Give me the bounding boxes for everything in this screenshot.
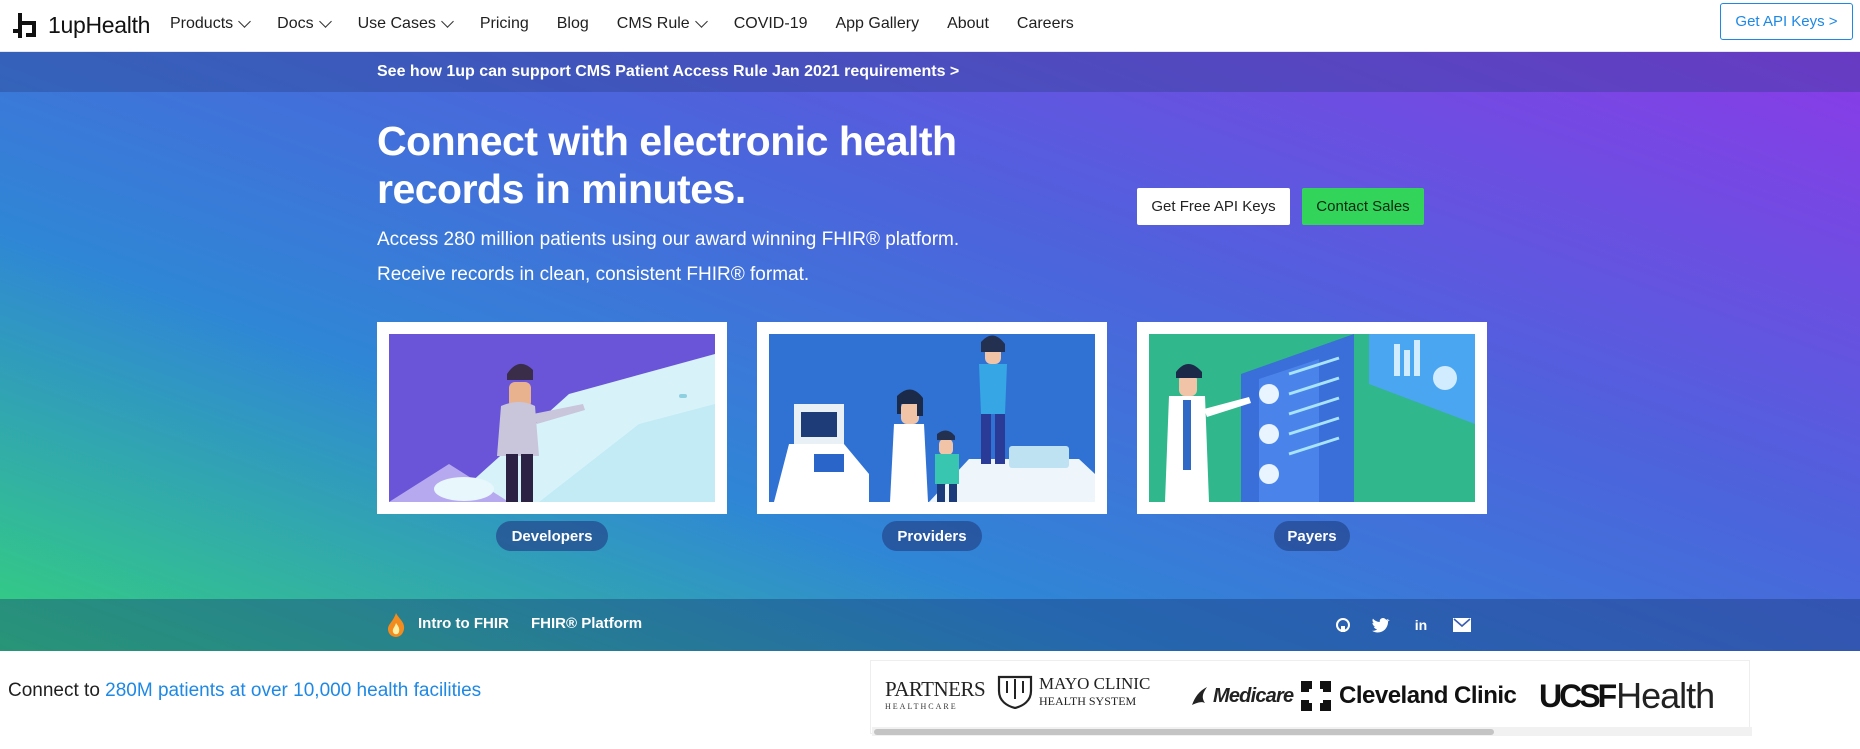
nav-item-label: About bbox=[947, 15, 989, 32]
providers-pill[interactable]: Providers bbox=[882, 521, 982, 551]
linkedin-icon[interactable]: in bbox=[1410, 614, 1432, 636]
cleveland-clinic-logo: Cleveland Clinic bbox=[1301, 681, 1517, 711]
connect-statement: Connect to 280M patients at over 10,000 … bbox=[8, 680, 481, 702]
announcement-bar: See how 1up can support CMS Patient Acce… bbox=[0, 52, 1860, 92]
nav-item-label: COVID-19 bbox=[733, 15, 808, 32]
connect-prefix: Connect to bbox=[8, 680, 106, 701]
nav-item-label: Use Cases bbox=[357, 15, 436, 32]
brand-name: 1upHealth bbox=[48, 11, 151, 38]
hero-section: See how 1up can support CMS Patient Acce… bbox=[0, 52, 1860, 651]
nav-item-app-gallery[interactable]: App Gallery bbox=[835, 15, 919, 33]
nav-item-label: Products bbox=[170, 15, 234, 32]
scrollbar-thumb[interactable] bbox=[874, 729, 1494, 735]
nav-item-blog[interactable]: Blog bbox=[557, 15, 589, 33]
partner-logos-scrollbar[interactable] bbox=[872, 727, 1752, 736]
mayo-logo-subtext: HEALTH SYSTEM bbox=[1039, 693, 1137, 708]
ucsf-health-text: Health bbox=[1616, 675, 1715, 716]
nav-item-label: CMS Rule bbox=[616, 15, 690, 32]
get-api-keys-button[interactable]: Get API Keys > bbox=[1720, 3, 1853, 40]
nav-item-label: App Gallery bbox=[835, 15, 920, 32]
nav-item-label: Careers bbox=[1016, 15, 1074, 32]
medicare-logo-text: Medicare bbox=[1213, 684, 1294, 707]
nav-item-covid-19[interactable]: COVID-19 bbox=[734, 15, 808, 33]
chevron-down-icon bbox=[440, 15, 454, 28]
developers-illustration bbox=[389, 334, 715, 502]
cleveland-clinic-logo-text: Cleveland Clinic bbox=[1339, 682, 1517, 709]
nav-item-use-cases[interactable]: Use Cases bbox=[357, 15, 454, 33]
payers-pill[interactable]: Payers bbox=[1274, 521, 1350, 551]
nav-item-products[interactable]: Products bbox=[170, 15, 252, 33]
partners-logo-text: PARTNERS bbox=[885, 677, 986, 701]
1uphealth-logo-icon bbox=[13, 13, 36, 38]
announcement-link[interactable]: See how 1up can support CMS Patient Acce… bbox=[377, 63, 959, 81]
twitter-icon[interactable] bbox=[1370, 614, 1392, 636]
get-free-api-keys-button[interactable]: Get Free API Keys bbox=[1137, 188, 1290, 225]
mayo-logo-text: MAYO CLINIC bbox=[1039, 673, 1151, 693]
chevron-down-icon bbox=[318, 15, 332, 28]
ucsf-health-logo: UCSF Health bbox=[1539, 675, 1715, 717]
patients-link[interactable]: 280M patients at over 10,000 health faci… bbox=[105, 680, 481, 701]
nav-item-cms-rule[interactable]: CMS Rule bbox=[616, 15, 708, 33]
nav-item-pricing[interactable]: Pricing bbox=[480, 15, 529, 33]
chevron-down-icon bbox=[238, 15, 252, 28]
fire-icon bbox=[388, 613, 405, 637]
providers-illustration bbox=[769, 334, 1095, 502]
hero-subtitle-line-1: Access 280 million patients using our aw… bbox=[377, 229, 960, 250]
providers-card[interactable] bbox=[757, 322, 1107, 514]
top-navigation: 1upHealth Products Docs Use Cases Pricin… bbox=[0, 0, 1860, 52]
medicare-logo: Medicare bbox=[1189, 683, 1294, 709]
brand-logo[interactable]: 1upHealth bbox=[10, 8, 150, 42]
mayo-shield-icon bbox=[997, 675, 1033, 709]
nav-item-about[interactable]: About bbox=[947, 15, 989, 33]
hero-subtitle-line-2: Receive records in clean, consistent FHI… bbox=[377, 264, 810, 285]
partner-logos-strip: PARTNERS HEALTHCARE MAYO CLINIC HEALTH S… bbox=[870, 660, 1750, 734]
partners-logo-subtext: HEALTHCARE bbox=[885, 702, 958, 711]
nav-item-docs[interactable]: Docs bbox=[277, 15, 332, 33]
hero-title: Connect with electronic health records i… bbox=[377, 118, 957, 212]
ucsf-logo-text: UCSF bbox=[1539, 677, 1617, 714]
developers-card[interactable] bbox=[377, 322, 727, 514]
nav-item-label: Pricing bbox=[479, 15, 529, 32]
chevron-down-icon bbox=[694, 15, 708, 28]
contact-sales-button[interactable]: Contact Sales bbox=[1302, 188, 1424, 225]
email-icon[interactable] bbox=[1451, 614, 1473, 636]
github-icon[interactable] bbox=[1332, 614, 1354, 636]
hero-subtitle: Access 280 million patients using our aw… bbox=[377, 222, 1077, 292]
developers-pill[interactable]: Developers bbox=[496, 521, 608, 551]
payers-card[interactable] bbox=[1137, 322, 1487, 514]
nav-item-careers[interactable]: Careers bbox=[1017, 15, 1074, 33]
fhir-platform-link[interactable]: FHIR® Platform bbox=[531, 615, 642, 632]
payers-illustration bbox=[1149, 334, 1475, 502]
sub-navigation-bar: Intro to FHIR FHIR® Platform in bbox=[0, 599, 1860, 651]
nav-links: Products Docs Use Cases Pricing Blog CMS… bbox=[170, 0, 1102, 48]
mayo-clinic-logo: MAYO CLINIC HEALTH SYSTEM bbox=[995, 673, 1150, 709]
nav-item-label: Blog bbox=[556, 15, 589, 32]
partners-healthcare-logo: PARTNERS HEALTHCARE bbox=[885, 677, 986, 711]
cleveland-clinic-mark-icon bbox=[1301, 681, 1331, 711]
hhs-eagle-icon bbox=[1192, 687, 1207, 705]
intro-to-fhir-link[interactable]: Intro to FHIR bbox=[418, 615, 509, 632]
nav-item-label: Docs bbox=[277, 15, 314, 32]
